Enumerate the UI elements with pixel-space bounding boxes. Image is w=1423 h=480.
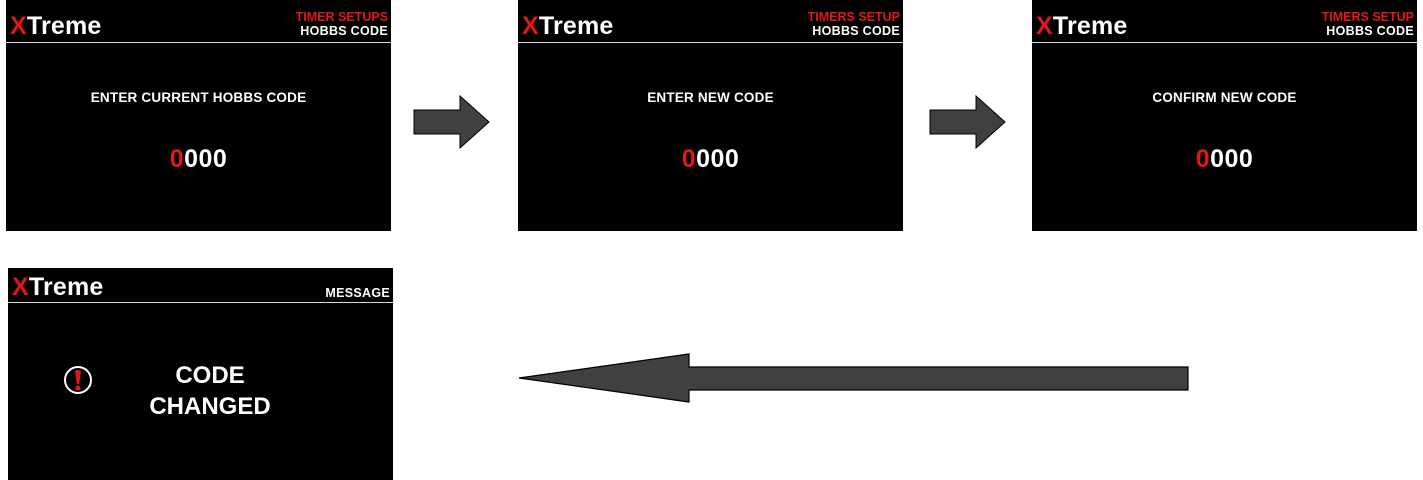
xtreme-logo: XTreme <box>10 12 102 40</box>
code-remaining-digits: 000 <box>1210 145 1254 173</box>
message-text: CODE CHANGED <box>140 360 280 422</box>
code-remaining-digits: 000 <box>184 145 228 173</box>
code-entry-field[interactable]: 0000 <box>518 145 903 174</box>
message-line-2: CHANGED <box>149 393 271 420</box>
header-menu-title: TIMER SETUPS <box>295 10 388 24</box>
screen-header: XTreme TIMER SETUPS HOBBS CODE <box>6 0 391 43</box>
header-page-title: HOBBS CODE <box>300 24 388 38</box>
screen-enter-new-code: XTreme TIMERS SETUP HOBBS CODE ENTER NEW… <box>518 0 903 231</box>
header-page-title: HOBBS CODE <box>812 24 900 38</box>
alert-icon <box>64 366 92 394</box>
xtreme-logo: XTreme <box>1036 12 1128 40</box>
screen-enter-current-code: XTreme TIMER SETUPS HOBBS CODE ENTER CUR… <box>6 0 391 231</box>
message-line-1: CODE <box>175 362 245 389</box>
code-prompt: ENTER CURRENT HOBBS CODE <box>90 90 307 105</box>
header-page-title: HOBBS CODE <box>1326 24 1414 38</box>
code-cursor-digit[interactable]: 0 <box>170 145 184 173</box>
code-entry-field[interactable]: 0000 <box>6 145 391 174</box>
xtreme-logo: XTreme <box>12 273 104 301</box>
code-prompt: ENTER NEW CODE <box>647 90 774 105</box>
arrow-left-icon <box>518 353 1189 403</box>
code-remaining-digits: 000 <box>696 145 740 173</box>
header-menu-title: TIMERS SETUP <box>807 10 900 24</box>
screen-message-code-changed: XTreme MESSAGE CODE CHANGED <box>8 268 393 480</box>
xtreme-logo: XTreme <box>522 12 614 40</box>
screen-header: XTreme TIMERS SETUP HOBBS CODE <box>1032 0 1417 43</box>
screen-header: XTreme TIMERS SETUP HOBBS CODE <box>518 0 903 43</box>
code-cursor-digit[interactable]: 0 <box>682 145 696 173</box>
arrow-right-icon <box>929 94 1006 150</box>
code-entry-field[interactable]: 0000 <box>1032 145 1417 174</box>
code-cursor-digit[interactable]: 0 <box>1196 145 1210 173</box>
screen-header: XTreme MESSAGE <box>8 268 393 303</box>
screen-confirm-new-code: XTreme TIMERS SETUP HOBBS CODE CONFIRM N… <box>1032 0 1417 231</box>
arrow-right-icon <box>413 94 490 150</box>
code-prompt: CONFIRM NEW CODE <box>1152 90 1297 105</box>
header-menu-title: TIMERS SETUP <box>1321 10 1414 24</box>
header-page-title: MESSAGE <box>325 286 390 300</box>
